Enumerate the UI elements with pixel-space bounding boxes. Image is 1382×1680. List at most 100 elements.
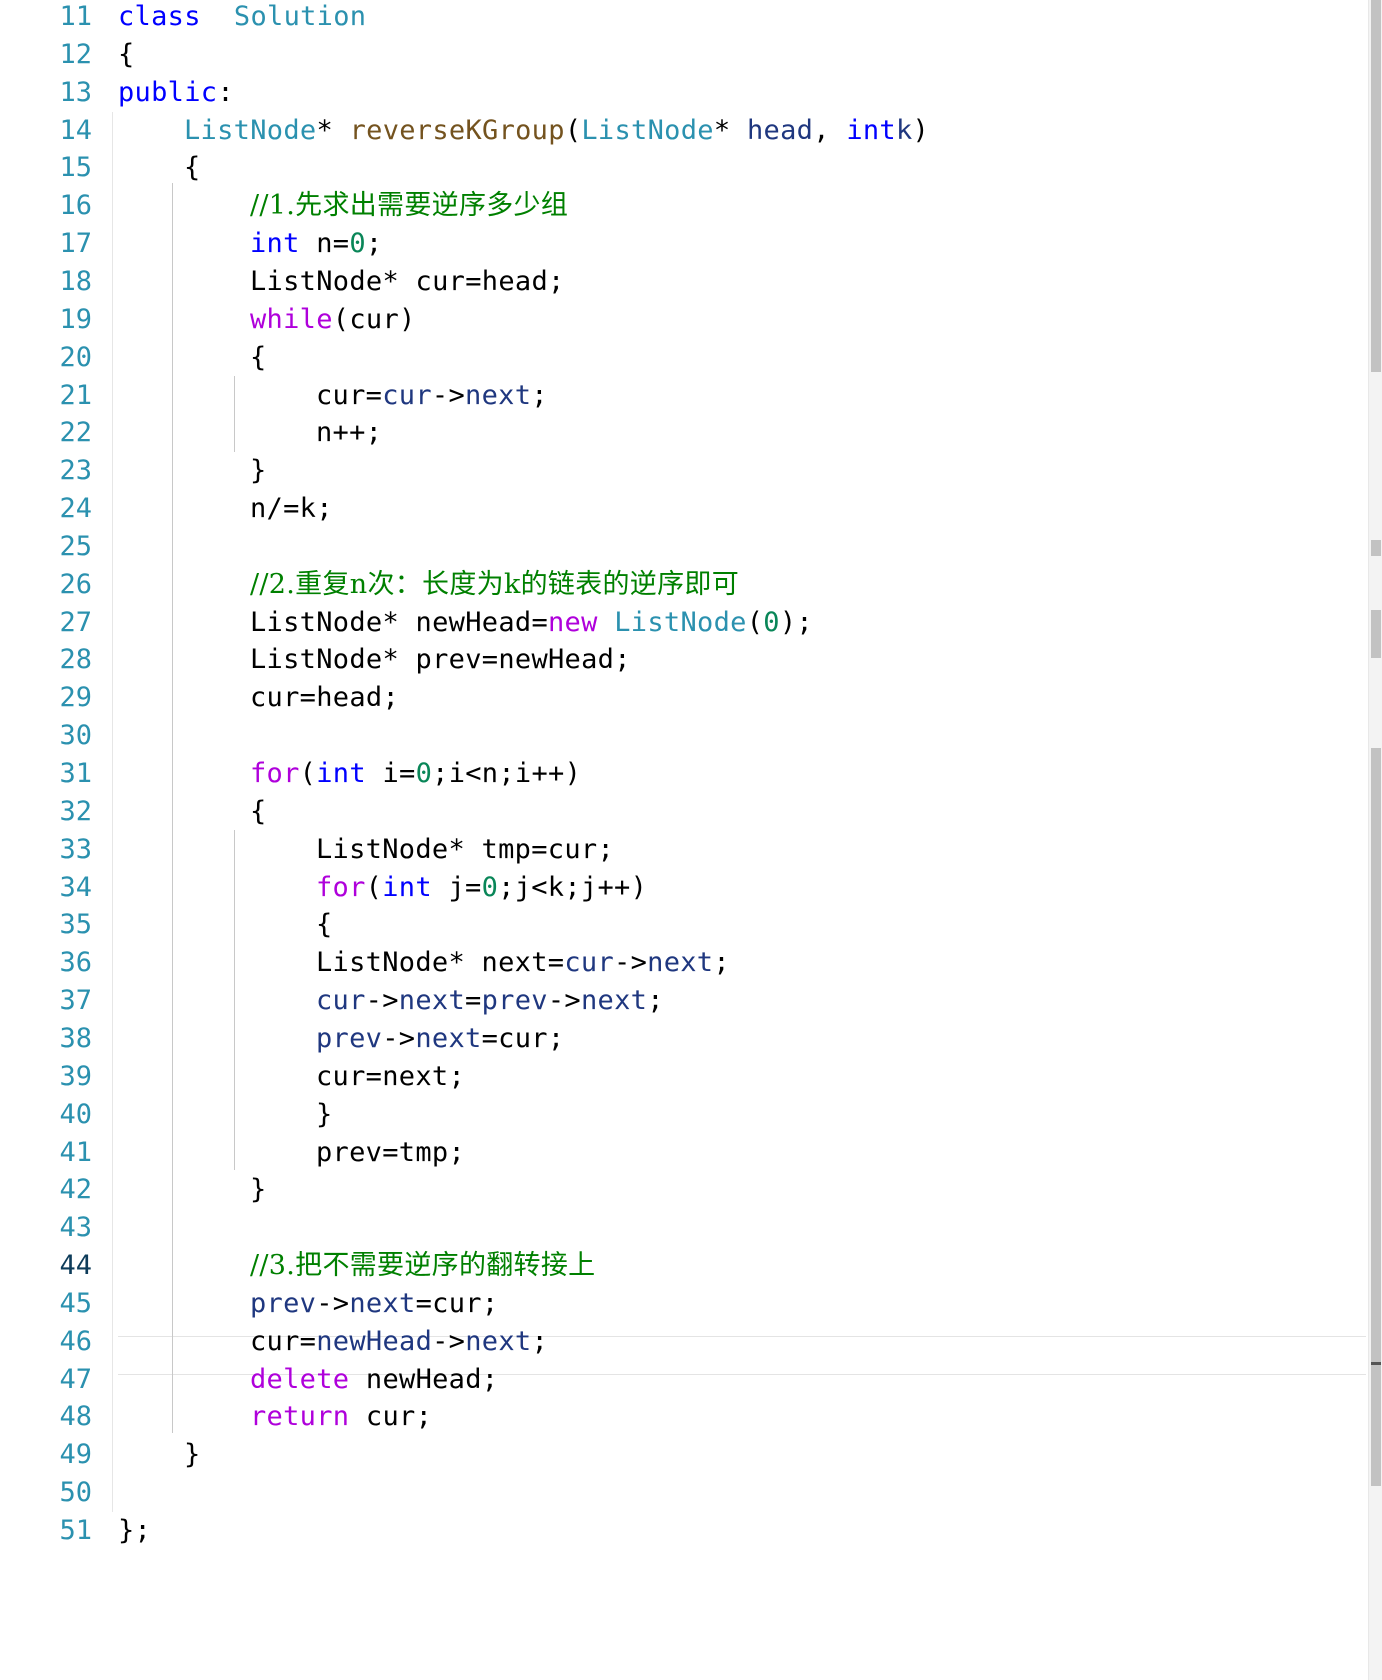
code-line[interactable]: 37 cur->next=prev->next; bbox=[0, 981, 1368, 1022]
code-line[interactable]: 17 int n=0; bbox=[0, 224, 1368, 265]
code-line[interactable]: 14 ListNode* reverseKGroup(ListNode* head… bbox=[0, 111, 1368, 152]
code-line[interactable]: 42} bbox=[0, 1170, 1368, 1211]
code-text[interactable]: ListNode* newHead=new ListNode(0); bbox=[118, 603, 813, 644]
code-line[interactable]: 43 bbox=[0, 1208, 1368, 1249]
code-line[interactable]: 36 ListNode* next=cur->next; bbox=[0, 943, 1368, 984]
code-line[interactable]: 18 ListNode* cur=head; bbox=[0, 262, 1368, 303]
code-text[interactable]: { bbox=[118, 35, 135, 76]
line-number: 25 bbox=[59, 530, 92, 562]
code-token: (cur) bbox=[332, 303, 416, 335]
code-text[interactable]: cur=head; bbox=[118, 678, 399, 719]
code-text[interactable]: delete newHead; bbox=[118, 1360, 498, 1401]
code-line[interactable]: 38 prev->next=cur; bbox=[0, 1019, 1368, 1060]
code-token: n++; bbox=[316, 417, 383, 449]
code-text[interactable]: } bbox=[118, 1095, 333, 1136]
code-text[interactable]: { bbox=[118, 792, 267, 833]
code-text[interactable]: n++; bbox=[118, 413, 382, 454]
code-text[interactable]: for(int j=0;j<k;j++) bbox=[118, 868, 647, 909]
code-line[interactable]: 45 prev->next=cur; bbox=[0, 1284, 1368, 1325]
code-line[interactable]: 32 { bbox=[0, 792, 1368, 833]
vertical-scrollbar[interactable] bbox=[1368, 0, 1382, 1680]
code-text[interactable]: for(int i=0;i<n;i++) bbox=[118, 754, 581, 795]
code-token: ListNode* prev=newHead; bbox=[250, 644, 631, 676]
code-line[interactable]: 34 for(int j=0;j<k;j++) bbox=[0, 868, 1368, 909]
code-line[interactable]: 47 delete newHead; bbox=[0, 1360, 1368, 1401]
code-token: ListNode* tmp=cur; bbox=[316, 833, 614, 865]
code-line[interactable]: 20 { bbox=[0, 338, 1368, 379]
code-token: -> bbox=[316, 1287, 350, 1319]
code-text[interactable]: while(cur) bbox=[118, 300, 416, 341]
code-text[interactable]: cur=next; bbox=[118, 1057, 465, 1098]
code-text[interactable]: //1.先求出需要逆序多少组 bbox=[118, 186, 568, 227]
code-line[interactable]: 29 cur=head; bbox=[0, 678, 1368, 719]
code-line[interactable]: 27 ListNode* newHead=new ListNode(0); bbox=[0, 603, 1368, 644]
code-text[interactable]: cur=newHead->next; bbox=[118, 1322, 548, 1363]
code-line[interactable]: 19 while(cur) bbox=[0, 300, 1368, 341]
code-token: =cur; bbox=[415, 1287, 499, 1319]
code-line[interactable]: 50 bbox=[0, 1473, 1368, 1514]
code-line[interactable]: 40} bbox=[0, 1095, 1368, 1136]
code-token: } bbox=[250, 1174, 267, 1206]
code-text[interactable]: prev=tmp; bbox=[118, 1133, 465, 1174]
code-text[interactable]: //3.把不需要逆序的翻转接上 bbox=[118, 1246, 595, 1287]
code-text[interactable]: ListNode* prev=newHead; bbox=[118, 640, 631, 681]
code-text[interactable]: public: bbox=[118, 73, 234, 114]
code-token: ;i<n;i++) bbox=[432, 758, 582, 789]
code-line[interactable]: 26 //2.重复n次：长度为k的链表的逆序即可 bbox=[0, 565, 1368, 606]
code-text[interactable]: class Solution bbox=[118, 0, 366, 38]
code-text[interactable]: } bbox=[118, 1170, 267, 1211]
code-line[interactable]: 25 bbox=[0, 527, 1368, 568]
code-editor[interactable]: 11 class Solution 12 {13 public: 14 ListNode* … bbox=[0, 0, 1382, 1680]
code-line[interactable]: 39 cur=next; bbox=[0, 1057, 1368, 1098]
code-token: 0 bbox=[763, 606, 780, 638]
code-text[interactable]: cur=cur->next; bbox=[118, 376, 548, 417]
code-line[interactable]: 48 return cur; bbox=[0, 1397, 1368, 1438]
code-line[interactable]: 22 n++; bbox=[0, 413, 1368, 454]
code-line[interactable]: 28 ListNode* prev=newHead; bbox=[0, 640, 1368, 681]
code-line[interactable]: 30 bbox=[0, 716, 1368, 757]
line-number: 49 bbox=[59, 1439, 92, 1471]
code-line[interactable]: 31 for(int i=0;i<n;i++) bbox=[0, 754, 1368, 795]
code-line[interactable]: 44 //3.把不需要逆序的翻转接上 bbox=[0, 1246, 1368, 1287]
code-line[interactable]: 51}; bbox=[0, 1511, 1368, 1552]
code-line[interactable]: 49} bbox=[0, 1435, 1368, 1476]
code-text[interactable]: int n=0; bbox=[118, 224, 382, 265]
code-text[interactable]: n/=k; bbox=[118, 489, 333, 530]
code-token: next bbox=[465, 1325, 532, 1357]
code-text[interactable]: { bbox=[118, 338, 267, 379]
code-text[interactable]: prev->next=cur; bbox=[118, 1284, 498, 1325]
code-text[interactable]: ListNode* reverseKGroup(ListNode* head, … bbox=[118, 111, 929, 152]
code-text[interactable]: } bbox=[118, 451, 267, 492]
code-line[interactable]: 33 ListNode* tmp=cur; bbox=[0, 830, 1368, 871]
code-text[interactable]: }; bbox=[118, 1511, 151, 1552]
code-text[interactable]: prev->next=cur; bbox=[118, 1019, 564, 1060]
code-line[interactable]: 46 cur=newHead->next; bbox=[0, 1322, 1368, 1363]
code-line[interactable]: 12 { bbox=[0, 35, 1368, 76]
line-number: 43 bbox=[59, 1212, 92, 1244]
code-text[interactable]: return cur; bbox=[118, 1397, 432, 1438]
code-line[interactable]: 15 { bbox=[0, 148, 1368, 189]
line-number: 39 bbox=[59, 1060, 92, 1092]
code-line[interactable]: 35 { bbox=[0, 905, 1368, 946]
code-line[interactable]: 21 cur=cur->next; bbox=[0, 376, 1368, 417]
code-line[interactable]: 13 public: bbox=[0, 73, 1368, 114]
indent-guide-outer bbox=[172, 183, 173, 1433]
code-line[interactable]: 16 //1.先求出需要逆序多少组 bbox=[0, 186, 1368, 227]
code-token: ListNode bbox=[614, 606, 747, 638]
code-text[interactable]: ListNode* tmp=cur; bbox=[118, 830, 614, 871]
code-text[interactable]: { bbox=[118, 905, 333, 946]
code-token: 0 bbox=[349, 228, 366, 260]
code-text[interactable]: ListNode* next=cur->next; bbox=[118, 943, 730, 984]
code-text[interactable]: //2.重复n次：长度为k的链表的逆序即可 bbox=[118, 565, 739, 606]
code-line[interactable]: 23} bbox=[0, 451, 1368, 492]
code-line[interactable]: 11 class Solution bbox=[0, 0, 1368, 38]
code-text[interactable]: } bbox=[118, 1435, 201, 1476]
code-line[interactable]: 24 n/=k; bbox=[0, 489, 1368, 530]
indent-guide-class bbox=[112, 112, 113, 1512]
code-text[interactable]: { bbox=[118, 148, 201, 189]
scroll-thumb[interactable] bbox=[1371, 0, 1381, 372]
code-token: ) bbox=[912, 114, 930, 146]
code-line[interactable]: 41 prev=tmp; bbox=[0, 1133, 1368, 1174]
code-text[interactable]: cur->next=prev->next; bbox=[118, 981, 664, 1022]
code-text[interactable]: ListNode* cur=head; bbox=[118, 262, 565, 303]
